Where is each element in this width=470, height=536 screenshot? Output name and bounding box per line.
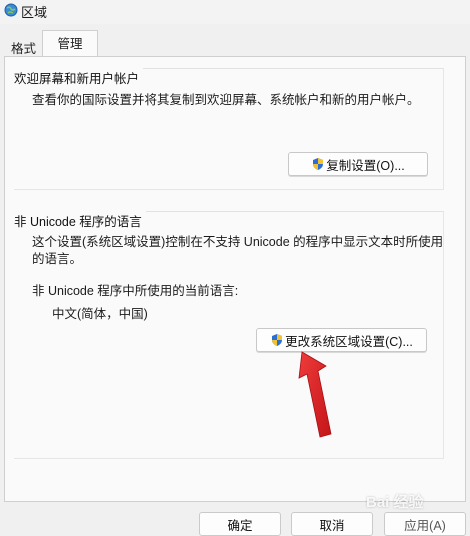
window-title: 区域 — [21, 5, 48, 20]
cancel-button[interactable]: 取消 — [291, 512, 373, 536]
welcome-group-title: 欢迎屏幕和新用户帐户 — [14, 68, 144, 87]
non-unicode-description-line2: 的语言。 — [32, 252, 83, 266]
non-unicode-group-title: 非 Unicode 程序的语言 — [14, 211, 146, 230]
tab-format[interactable]: 格式 — [11, 38, 36, 57]
current-language-value: 中文(简体，中国) — [52, 307, 148, 321]
welcome-description: 查看你的国际设置并将其复制到欢迎屏幕、系统帐户和新的用户帐户。 — [32, 93, 420, 107]
copy-settings-label: 复制设置(O)... — [326, 158, 405, 173]
change-system-locale-label: 更改系统区域设置(C)... — [285, 334, 413, 349]
uac-shield-icon — [313, 158, 324, 170]
watermark: Bai 经验 — [366, 494, 424, 511]
ok-button[interactable]: 确定 — [199, 512, 281, 536]
globe-icon — [4, 3, 18, 17]
title-bar: 区域 — [0, 0, 470, 24]
copy-settings-button[interactable]: 复制设置(O)... — [288, 152, 428, 176]
apply-button[interactable]: 应用(A) — [384, 512, 466, 536]
change-system-locale-button[interactable]: 更改系统区域设置(C)... — [256, 328, 427, 352]
current-language-label: 非 Unicode 程序中所使用的当前语言: — [32, 284, 239, 298]
tab-panel: 欢迎屏幕和新用户帐户 非 Unicode 程序的语言 — [4, 56, 466, 502]
tab-administrative[interactable]: 管理 — [42, 30, 98, 57]
uac-shield-icon — [272, 334, 283, 346]
non-unicode-description-line1: 这个设置(系统区域设置)控制在不支持 Unicode 的程序中显示文本时所使用 — [32, 235, 444, 249]
